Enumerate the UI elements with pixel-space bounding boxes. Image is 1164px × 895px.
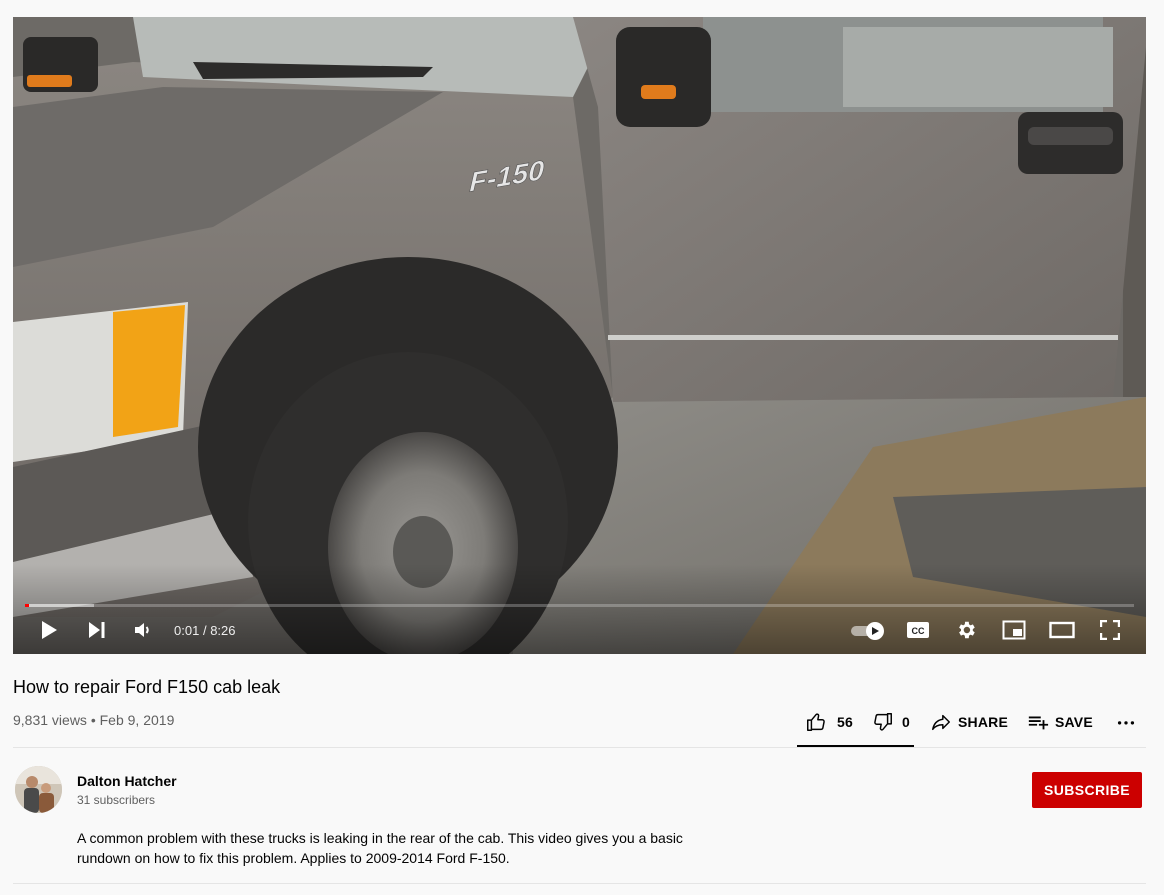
dislike-count: 0 xyxy=(902,714,910,730)
share-button[interactable]: SHARE xyxy=(930,707,1008,737)
progress-loaded xyxy=(25,604,94,607)
theater-icon xyxy=(1049,621,1075,639)
thumbs-up-icon xyxy=(807,713,825,731)
like-button[interactable]: 56 xyxy=(805,707,853,737)
save-label: SAVE xyxy=(1055,714,1093,730)
video-meta: 9,831 views • Feb 9, 2019 xyxy=(13,712,174,728)
video-frame: F-150 xyxy=(13,17,1146,654)
video-player[interactable]: F-150 0:01 / 8:26 CC xyxy=(13,17,1146,654)
view-count: 9,831 views xyxy=(13,712,87,728)
next-icon xyxy=(89,622,105,638)
info-divider xyxy=(13,747,1146,748)
gear-icon xyxy=(959,621,975,639)
miniplayer-icon xyxy=(1002,620,1026,640)
channel-avatar-image xyxy=(15,766,62,813)
volume-icon xyxy=(135,623,149,637)
meta-bullet: • xyxy=(90,712,96,728)
captions-icon: CC xyxy=(907,622,929,638)
playlist-add-icon xyxy=(1028,716,1049,730)
avatar[interactable] xyxy=(15,766,62,813)
fullscreen-icon xyxy=(1100,620,1120,640)
volume-button[interactable] xyxy=(125,613,161,647)
svg-text:CC: CC xyxy=(912,626,925,636)
channel-name[interactable]: Dalton Hatcher xyxy=(77,773,177,789)
time-display: 0:01 / 8:26 xyxy=(174,623,236,638)
video-title: How to repair Ford F150 cab leak xyxy=(13,677,281,697)
share-label: SHARE xyxy=(958,714,1009,730)
duration: 8:26 xyxy=(210,623,236,638)
progress-bar[interactable] xyxy=(25,604,1134,607)
upload-date: Feb 9, 2019 xyxy=(99,712,175,728)
settings-button[interactable] xyxy=(948,613,984,647)
subscribe-button[interactable]: SUBSCRIBE xyxy=(1032,772,1142,808)
current-time: 0:01 xyxy=(174,623,200,638)
video-description: A common problem with these trucks is le… xyxy=(77,830,683,866)
share-icon xyxy=(932,714,950,731)
progress-played xyxy=(25,604,30,607)
fullscreen-button[interactable] xyxy=(1092,613,1128,647)
play-button[interactable] xyxy=(31,613,67,647)
captions-button[interactable]: CC xyxy=(900,613,936,647)
like-count: 56 xyxy=(837,714,853,730)
autoplay-toggle-icon xyxy=(851,622,884,640)
thumbs-down-icon xyxy=(874,713,892,731)
more-actions-button[interactable] xyxy=(1115,707,1137,737)
description-divider xyxy=(13,883,1146,884)
play-icon xyxy=(42,621,57,639)
autoplay-toggle[interactable] xyxy=(847,613,887,647)
dislike-button[interactable]: 0 xyxy=(872,707,910,737)
player-controls: 0:01 / 8:26 CC xyxy=(13,613,1146,647)
subscriber-count: 31 subscribers xyxy=(77,793,156,807)
miniplayer-button[interactable] xyxy=(996,613,1032,647)
time-separator: / xyxy=(202,623,207,638)
theater-mode-button[interactable] xyxy=(1044,613,1080,647)
save-button[interactable]: SAVE xyxy=(1027,707,1093,737)
more-horizontal-icon xyxy=(1117,721,1135,725)
next-button[interactable] xyxy=(79,613,115,647)
